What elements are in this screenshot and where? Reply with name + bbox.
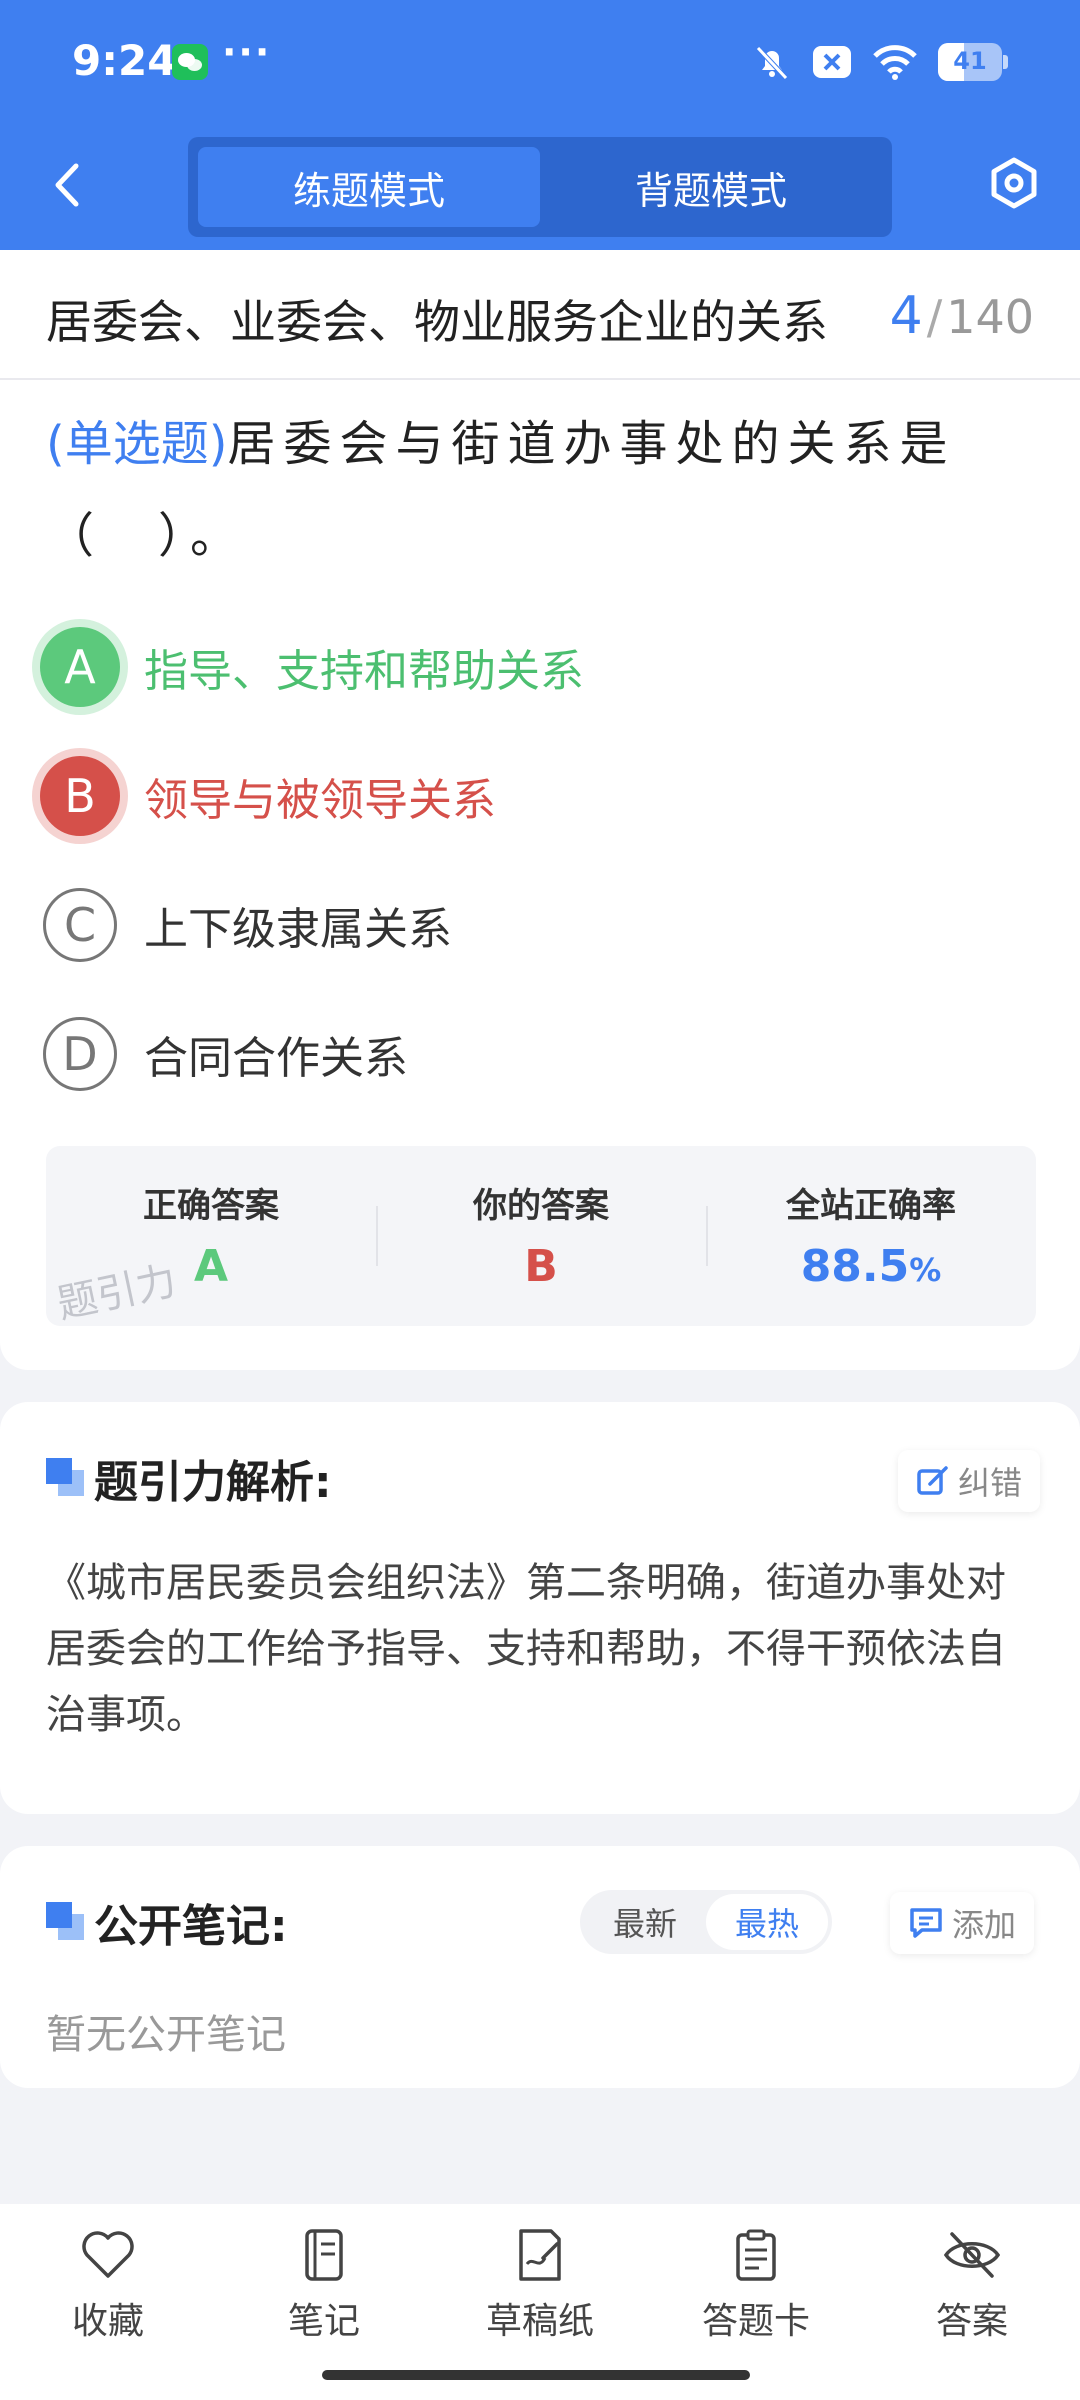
option-letter: D	[43, 1017, 117, 1091]
settings-hex-icon	[991, 157, 1037, 209]
analysis-title: 题引力解析:	[94, 1457, 332, 1508]
tab-memorize-mode[interactable]: 背题模式	[540, 147, 882, 227]
answer-summary: 正确答案 A 你的答案 B 全站正确率 88.5%	[46, 1146, 1036, 1326]
question-progress[interactable]: 4/140	[890, 286, 1034, 346]
favorite-button[interactable]: 收藏	[0, 2204, 216, 2400]
nav-bar: 练题模式 背题模式	[0, 125, 1080, 250]
chapter-row: 居委会、业委会、物业服务企业的关系 4/140	[0, 250, 1080, 380]
option-letter: A	[40, 627, 120, 707]
x-box-icon	[812, 44, 852, 80]
option-text: 领导与被领导关系	[144, 775, 496, 826]
more-notifications-icon: ···	[222, 30, 272, 74]
draft-paper-label: 草稿纸	[485, 2301, 594, 2342]
analysis-body: 《城市居民委员会组织法》第二条明确，街道办事处对居委会的工作给予指导、支持和帮助…	[46, 1560, 1006, 1738]
option-text: 合同合作关系	[144, 1033, 408, 1084]
option-letter: B	[40, 756, 120, 836]
status-bar: 9:24 ··· 41	[0, 0, 1080, 125]
bell-off-icon	[752, 42, 792, 82]
correct-rate-value: 88.5%	[801, 1241, 942, 1292]
notes-title: 公开笔记:	[94, 1901, 288, 1952]
battery-icon: 41	[938, 43, 1008, 81]
question-type: (单选题)	[46, 416, 228, 472]
public-notes-card: 公开笔记: 最新 最热 添加 暂无公开笔记	[0, 1846, 1080, 2088]
correct-rate-label: 全站正确率	[786, 1186, 956, 1226]
option-letter: C	[43, 888, 117, 962]
correct-rate-unit: %	[909, 1251, 942, 1289]
sort-hottest[interactable]: 最热	[706, 1894, 828, 1950]
answer-sheet-icon	[729, 2228, 783, 2282]
option-text: 指导、支持和帮助关系	[144, 646, 584, 697]
mode-switch: 练题模式 背题模式	[188, 137, 892, 237]
report-error-label: 纠错	[958, 1464, 1023, 1502]
add-note-button[interactable]: 添加	[890, 1892, 1035, 1954]
answer-toggle-label: 答案	[935, 2301, 1008, 2342]
option-a[interactable]: A 指导、支持和帮助关系	[40, 622, 1040, 712]
back-icon	[55, 163, 79, 207]
home-indicator[interactable]	[322, 2370, 750, 2380]
question-card: 居委会、业委会、物业服务企业的关系 4/140 (单选题)居委会与街道办事处的关…	[0, 250, 1080, 1370]
heart-icon	[79, 2228, 137, 2282]
my-answer-label: 你的答案	[473, 1186, 609, 1226]
wifi-icon	[872, 42, 918, 82]
notebook-icon	[297, 2228, 351, 2282]
my-answer-value: B	[524, 1241, 558, 1292]
back-button[interactable]	[42, 155, 92, 215]
option-b[interactable]: B 领导与被领导关系	[40, 751, 1040, 841]
section-icon	[46, 1902, 84, 1940]
question-text: (单选题)居委会与街道办事处的关系是（ ）。	[46, 398, 1036, 582]
notes-label: 笔记	[287, 2301, 360, 2342]
answer-sheet-label: 答题卡	[701, 2301, 810, 2342]
correct-rate-col: 全站正确率 88.5%	[706, 1146, 1036, 1326]
settings-button[interactable]	[984, 153, 1044, 213]
sort-latest[interactable]: 最新	[584, 1894, 706, 1950]
notes-sort-toggle: 最新 最热	[580, 1890, 832, 1954]
status-icons: 41	[752, 40, 1008, 84]
progress-separator: /	[926, 290, 943, 344]
wechat-icon	[172, 44, 208, 80]
edit-icon	[917, 1466, 948, 1495]
option-text: 上下级隶属关系	[144, 904, 452, 955]
option-c[interactable]: C 上下级隶属关系	[40, 880, 1040, 970]
favorite-label: 收藏	[71, 2301, 144, 2342]
battery-level: 41	[953, 47, 987, 75]
status-time: 9:24	[72, 36, 177, 85]
my-answer-col: 你的答案 B	[376, 1146, 706, 1326]
progress-current: 4	[889, 286, 923, 346]
app-header: 9:24 ··· 41 练题模式 背题模式	[0, 0, 1080, 250]
option-d[interactable]: D 合同合作关系	[40, 1009, 1040, 1099]
correct-answer-label: 正确答案	[143, 1186, 279, 1226]
analysis-card: 题引力解析: 纠错 《城市居民委员会组织法》第二条明确，街道办事处对居委会的工作…	[0, 1402, 1080, 1814]
chapter-title: 居委会、业委会、物业服务企业的关系	[46, 295, 828, 349]
comment-icon	[910, 1908, 942, 1938]
answer-toggle-button[interactable]: 答案	[864, 2204, 1080, 2400]
tab-practice-mode[interactable]: 练题模式	[198, 147, 540, 227]
correct-answer-value: A	[193, 1241, 229, 1292]
draft-paper-icon	[513, 2228, 567, 2282]
correct-rate-number: 88.5	[800, 1241, 910, 1292]
report-error-button[interactable]: 纠错	[898, 1450, 1041, 1512]
add-note-label: 添加	[952, 1906, 1017, 1944]
notes-empty-text: 暂无公开笔记	[46, 2012, 286, 2058]
section-icon	[46, 1458, 84, 1496]
eye-off-icon	[942, 2228, 1002, 2282]
progress-total: 140	[946, 290, 1034, 344]
